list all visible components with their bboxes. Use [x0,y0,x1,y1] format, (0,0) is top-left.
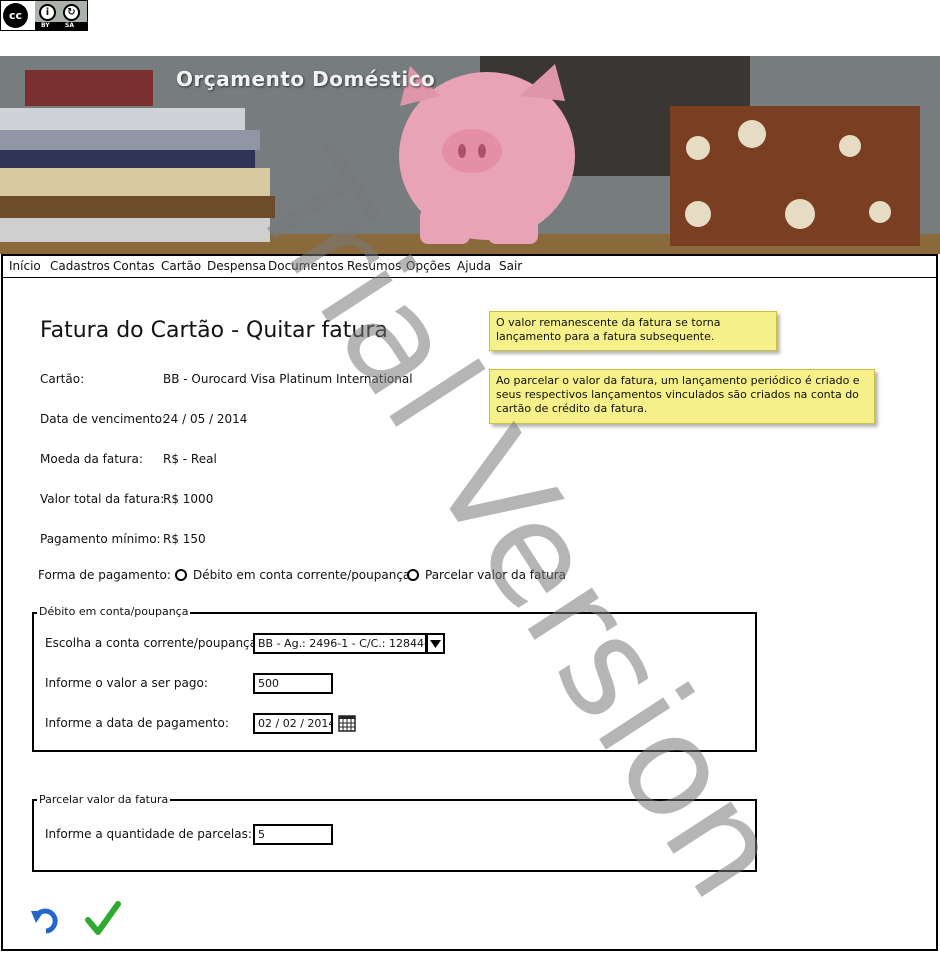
sa-label: SA [65,22,74,29]
radio-installments[interactable] [407,569,419,581]
app-title: Orçamento Doméstico [176,67,436,91]
currency-label: Moeda da fatura: [40,452,143,466]
undo-icon[interactable] [30,905,64,935]
total-value: R$ 1000 [163,492,214,506]
check-icon[interactable] [85,900,121,936]
menu-sair[interactable]: Sair [499,259,522,273]
sticky-note-installments: Ao parcelar o valor da fatura, um lançam… [489,369,875,424]
sticky-note-remaining: O valor remanescente da fatura se torna … [489,311,777,351]
menu-inicio[interactable]: Início [9,259,41,273]
payment-method-label: Forma de pagamento: [38,568,171,582]
installments-group-legend: Parcelar valor da fatura [37,793,171,806]
banner-image [0,56,940,254]
menu-bar: Início Cadastros Contas Cartão Despensa … [3,256,936,278]
radio-debit-label[interactable]: Débito em conta corrente/poupança [193,568,410,582]
debit-group-legend: Débito em conta/poupança [37,605,191,618]
account-select[interactable]: BB - Ag.: 2496-1 - C/C.: 12844-9 [253,633,427,654]
payment-date-label: Informe a data de pagamento: [45,716,229,730]
card-value: BB - Ourocard Visa Platinum Internationa… [163,372,413,386]
calendar-icon[interactable] [338,714,356,732]
menu-opcoes[interactable]: Opções [406,259,451,273]
amount-input[interactable]: 500 [253,673,333,694]
card-label: Cartão: [40,372,85,386]
installments-count-input[interactable]: 5 [253,824,333,845]
due-date-value: 24 / 05 / 2014 [163,412,248,426]
page-title: Fatura do Cartão - Quitar fatura [40,318,388,343]
chevron-down-icon [430,640,441,648]
sa-share-icon: ↻ [63,4,80,21]
menu-resumos[interactable]: Resumos [347,259,401,273]
currency-value: R$ - Real [163,452,217,466]
menu-cartao[interactable]: Cartão [161,259,201,273]
amount-label: Informe o valor a ser pago: [45,676,208,690]
menu-cadastros[interactable]: Cadastros [50,259,110,273]
account-select-label: Escolha a conta corrente/poupança: [45,636,262,650]
min-payment-label: Pagamento mínimo: [40,532,161,546]
by-label: BY [41,22,50,29]
banner-illustration [0,56,940,254]
cc-logo-area: cc [1,1,35,30]
due-date-label: Data de vencimento: [40,412,167,426]
menu-ajuda[interactable]: Ajuda [457,259,491,273]
radio-installments-label[interactable]: Parcelar valor da fatura [425,568,566,582]
radio-debit[interactable] [175,569,187,581]
cc-icon: cc [3,3,28,28]
license-badge: cc i ↻ BY SA [0,0,88,31]
by-person-icon: i [39,4,56,21]
menu-documentos[interactable]: Documentos [268,259,344,273]
installments-count-label: Informe a quantidade de parcelas: [45,827,252,841]
menu-despensa[interactable]: Despensa [207,259,266,273]
min-payment-value: R$ 150 [163,532,206,546]
license-strip: BY SA [35,22,87,30]
payment-date-input[interactable]: 02 / 02 / 2014 [253,713,333,734]
account-select-dropdown-button[interactable] [426,633,445,654]
total-label: Valor total da fatura: [40,492,165,506]
menu-contas[interactable]: Contas [113,259,155,273]
